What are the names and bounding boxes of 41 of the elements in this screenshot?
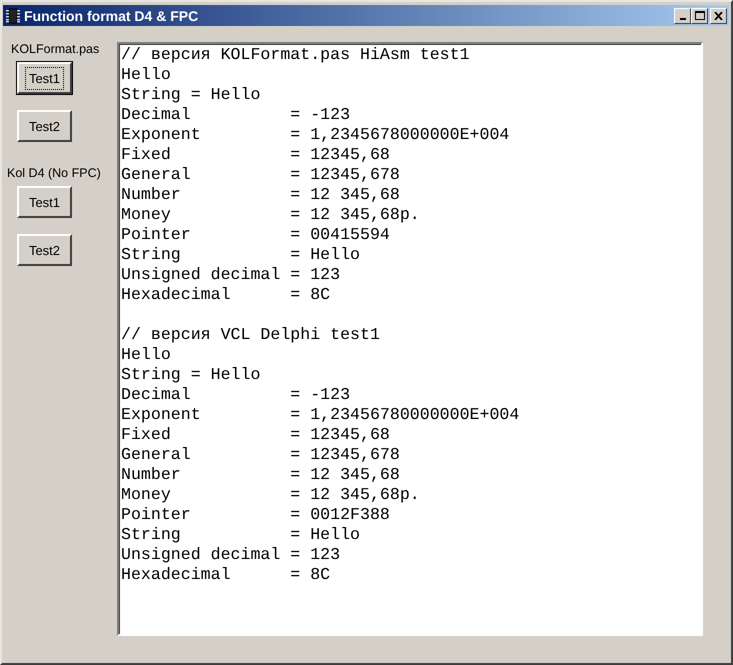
output-line: Money = 12 345,68р. xyxy=(121,205,420,225)
output-line: Money = 12 345,68р. xyxy=(121,485,420,505)
output-line: Hexadecimal = 8C xyxy=(121,285,330,305)
output-line: Unsigned decimal = 123 xyxy=(121,265,340,285)
output-line: Hello xyxy=(121,65,171,85)
output-line: Pointer = 0012F388 xyxy=(121,505,390,525)
maximize-button[interactable] xyxy=(691,8,708,24)
output-line: Pointer = 00415594 xyxy=(121,225,390,245)
output-line: Decimal = -123 xyxy=(121,105,350,125)
output-line: Fixed = 12345,68 xyxy=(121,425,390,445)
group-label: KOLFormat.pas xyxy=(11,42,100,56)
output-line: String = Hello xyxy=(121,525,360,545)
output-line: General = 12345,678 xyxy=(121,445,400,465)
output-line: General = 12345,678 xyxy=(121,165,400,185)
test-button[interactable]: Test1 xyxy=(17,62,72,94)
test-button[interactable]: Test2 xyxy=(17,110,72,142)
window-title: Function format D4 & FPC xyxy=(24,8,200,24)
group-label: Kol D4 (No FPC) xyxy=(7,166,101,180)
output-line: // версия VCL Delphi test1 xyxy=(121,325,380,345)
minimize-icon xyxy=(680,18,686,20)
output-line: Hello xyxy=(121,345,171,365)
output-line: String = Hello xyxy=(121,85,260,105)
output-line: Unsigned decimal = 123 xyxy=(121,545,340,565)
output-line: Number = 12 345,68 xyxy=(121,185,400,205)
close-button[interactable] xyxy=(710,8,727,24)
output-line: String = Hello xyxy=(121,245,360,265)
minimize-button[interactable] xyxy=(674,8,691,24)
output-line: String = Hello xyxy=(121,365,260,385)
test-button[interactable]: Test2 xyxy=(17,234,72,266)
output-memo[interactable] xyxy=(117,42,703,636)
chip-icon xyxy=(5,8,21,24)
output-line: // версия KOLFormat.pas HiAsm test1 xyxy=(121,45,470,65)
output-line: Fixed = 12345,68 xyxy=(121,145,390,165)
output-line: Decimal = -123 xyxy=(121,385,350,405)
test-button[interactable]: Test1 xyxy=(17,186,72,218)
output-line: Exponent = 1,2345678000000E+004 xyxy=(121,125,510,145)
output-line: Number = 12 345,68 xyxy=(121,465,400,485)
close-icon xyxy=(714,12,723,20)
output-line: Hexadecimal = 8C xyxy=(121,565,330,585)
maximize-icon xyxy=(694,11,704,20)
output-line: Exponent = 1,23456780000000E+004 xyxy=(121,405,520,425)
